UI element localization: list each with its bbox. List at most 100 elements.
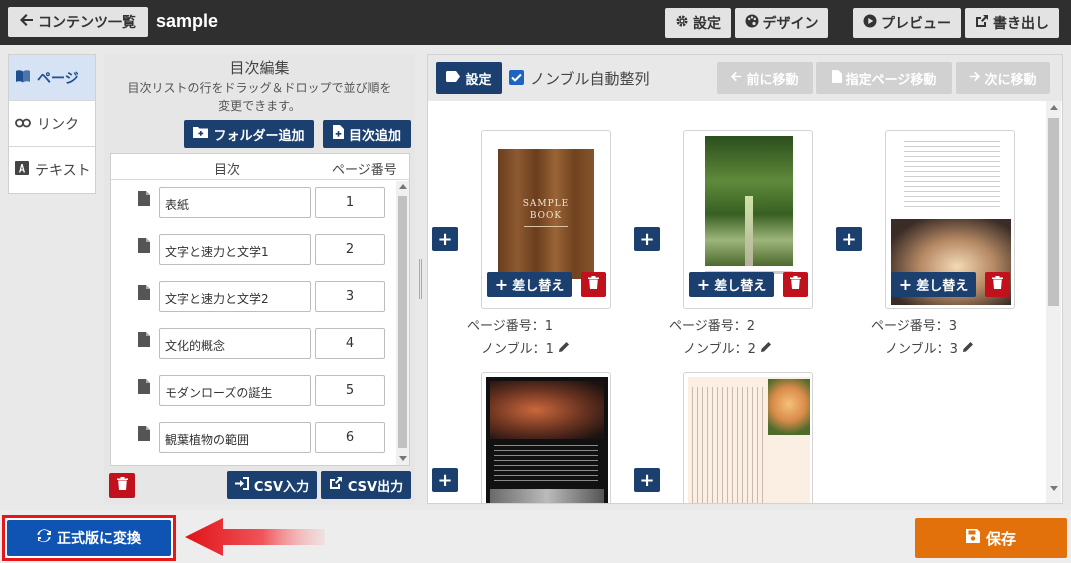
csv-import-label: CSV入力 <box>253 479 310 495</box>
cover-wood-image: SAMPLE BOOK <box>498 149 594 279</box>
move-prev-button[interactable]: 前に移動 <box>717 62 813 94</box>
scroll-up-arrow-icon[interactable] <box>1050 105 1058 110</box>
replace-page-button[interactable]: + 差し替え <box>891 272 976 297</box>
page-settings-button[interactable]: 設定 <box>436 62 502 94</box>
design-label: デザイン <box>762 16 819 32</box>
toc-row[interactable]: 文化的概念 4 <box>111 320 401 360</box>
page-thumbnail[interactable] <box>683 372 813 503</box>
add-folder-button[interactable]: フォルダー追加 <box>184 120 314 148</box>
cover-subtitle-line <box>524 226 568 227</box>
page-number-column-header: ページ番号 <box>332 163 397 178</box>
replace-page-button[interactable]: + 差し替え <box>689 272 774 297</box>
cover-title-line1: SAMPLE <box>522 199 570 209</box>
nonble-auto-align-checkbox[interactable] <box>509 70 524 85</box>
pencil-icon[interactable] <box>963 341 974 356</box>
insert-page-button[interactable]: + <box>432 468 458 492</box>
toc-page-number-input[interactable]: 1 <box>315 187 385 218</box>
toc-page-number-input[interactable]: 4 <box>315 328 385 359</box>
folder-plus-icon <box>193 126 209 142</box>
toc-scrollbar-thumb[interactable] <box>398 196 407 448</box>
toc-editor-panel: 目次編集 目次リストの行をドラッグ＆ドロップで並び順を 変更できます。 フォルダ… <box>104 54 415 504</box>
scroll-down-arrow-icon[interactable] <box>399 456 407 461</box>
csv-import-button[interactable]: CSV入力 <box>227 471 317 499</box>
toc-row[interactable]: 表紙 1 <box>111 179 401 219</box>
csv-export-button[interactable]: CSV出力 <box>321 471 411 499</box>
palette-icon <box>745 14 759 32</box>
nonble-label[interactable]: ノンブル：2 <box>683 338 756 357</box>
toc-panel-title: 目次編集 <box>229 59 290 77</box>
scroll-up-arrow-icon[interactable] <box>399 184 407 189</box>
pencil-icon[interactable] <box>559 341 570 356</box>
page-preview-panel: 設定 ノンブル自動整列 前に移動 指定ページ移動 次に移動 + + + SAMP… <box>427 54 1063 504</box>
toc-name-input[interactable]: 表紙 <box>159 187 311 218</box>
goto-page-button[interactable]: 指定ページ移動 <box>816 62 952 94</box>
delete-toc-button[interactable] <box>109 473 135 498</box>
goto-page-label: 指定ページ移動 <box>845 72 937 88</box>
toc-page-number-input[interactable]: 6 <box>315 422 385 453</box>
side-tabs: ページ リンク テキスト <box>8 54 96 194</box>
top-bar: コンテンツ一覧 sample 設定 デザイン プレビュー 書き出し <box>0 0 1071 45</box>
toc-name-input[interactable]: 文字と速力と文学2 <box>159 281 311 312</box>
toc-page-number-input[interactable]: 5 <box>315 375 385 406</box>
export-button[interactable]: 書き出し <box>965 8 1059 38</box>
add-folder-label: フォルダー追加 <box>213 128 305 144</box>
content-title: sample <box>156 11 219 31</box>
arrow-right-icon <box>969 71 981 86</box>
cover-title-line2: BOOK <box>529 211 563 221</box>
link-icon <box>15 116 31 132</box>
convert-to-release-label: 正式版に変換 <box>57 531 141 547</box>
plus-icon: + <box>494 275 509 294</box>
nonble-label[interactable]: ノンブル：3 <box>885 338 958 357</box>
toc-name-input[interactable]: 観葉植物の範囲 <box>159 422 311 453</box>
replace-page-label: 差し替え <box>714 279 767 294</box>
toc-name-input[interactable]: 文化的概念 <box>159 328 311 359</box>
external-link-icon <box>329 476 343 494</box>
nonble-auto-align-label[interactable]: ノンブル自動整列 <box>530 68 650 89</box>
page-thumbnail[interactable] <box>481 372 611 503</box>
trash-icon <box>790 276 801 293</box>
toc-name-input[interactable]: 文字と速力と文学1 <box>159 234 311 265</box>
tag-icon <box>446 70 461 86</box>
external-link-icon <box>975 14 989 32</box>
design-button[interactable]: デザイン <box>735 8 828 38</box>
toc-page-number-input[interactable]: 2 <box>315 234 385 265</box>
preview-scrollbar-thumb[interactable] <box>1048 118 1059 306</box>
tab-text[interactable]: テキスト <box>9 147 95 193</box>
file-plus-icon <box>332 125 344 143</box>
refresh-icon <box>37 529 51 547</box>
gear-icon <box>675 14 689 32</box>
tab-page[interactable]: ページ <box>9 55 95 101</box>
insert-page-button[interactable]: + <box>634 468 660 492</box>
replace-page-button[interactable]: + 差し替え <box>487 272 572 297</box>
back-to-contents-button[interactable]: コンテンツ一覧 <box>8 7 148 37</box>
insert-page-button[interactable]: + <box>432 227 458 251</box>
trash-icon <box>116 477 128 494</box>
preview-scrollbar[interactable] <box>1046 101 1061 503</box>
delete-page-button[interactable] <box>783 272 808 297</box>
preview-button[interactable]: プレビュー <box>853 8 961 38</box>
move-next-button[interactable]: 次に移動 <box>956 62 1050 94</box>
toc-row[interactable]: 文字と速力と文学1 2 <box>111 226 401 266</box>
toc-page-number-input[interactable]: 3 <box>315 281 385 312</box>
toc-row[interactable]: モダンローズの誕生 5 <box>111 367 401 407</box>
replace-page-label: 差し替え <box>512 279 565 294</box>
toc-scrollbar[interactable] <box>396 181 409 465</box>
toc-name-input[interactable]: モダンローズの誕生 <box>159 375 311 406</box>
add-toc-button[interactable]: 目次追加 <box>323 120 411 148</box>
scroll-down-arrow-icon[interactable] <box>1050 486 1058 491</box>
delete-page-button[interactable] <box>581 272 606 297</box>
save-button[interactable]: 保存 <box>915 518 1067 558</box>
pencil-icon[interactable] <box>761 341 772 356</box>
settings-button[interactable]: 設定 <box>665 8 731 38</box>
delete-page-button[interactable] <box>985 272 1010 297</box>
insert-page-button[interactable]: + <box>634 227 660 251</box>
convert-to-release-button[interactable]: 正式版に変換 <box>7 520 171 556</box>
page-text-block <box>904 141 1000 211</box>
panel-splitter-handle[interactable] <box>419 259 422 299</box>
nonble-label[interactable]: ノンブル：1 <box>481 338 554 357</box>
file-icon <box>138 285 150 304</box>
tab-link[interactable]: リンク <box>9 101 95 147</box>
toc-row[interactable]: 観葉植物の範囲 6 <box>111 414 401 454</box>
toc-row[interactable]: 文字と速力と文学2 3 <box>111 273 401 313</box>
insert-page-button[interactable]: + <box>836 227 862 251</box>
